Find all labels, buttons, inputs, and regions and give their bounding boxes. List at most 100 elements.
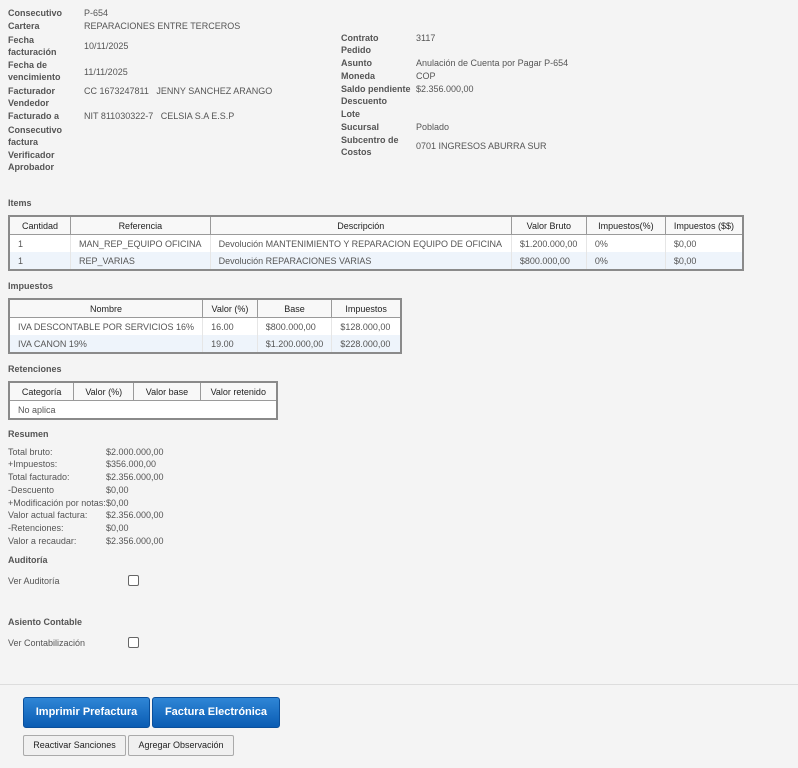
value-sucursal: Poblado [416, 122, 450, 132]
label-facturado-a: Facturado a [8, 111, 60, 121]
col-categoria: Categoría [9, 382, 74, 401]
cell-referencia: MAN_REP_EQUIPO OFICINA [70, 234, 211, 252]
cell-impuestos-val: $0,00 [664, 252, 743, 270]
label-aprobador: Aprobador [8, 162, 54, 172]
table-row[interactable]: 1 REP_VARIAS Devolución REPARACIONES VAR… [9, 252, 743, 270]
label-asunto: Asunto [341, 58, 372, 68]
factura-electronica-button[interactable]: Factura Electrónica [152, 697, 280, 728]
retenciones-header-row: Categoría Valor (%) Valor base Valor ret… [9, 382, 277, 401]
cell-impuestos: $128.000,00 [331, 317, 401, 335]
impuestos-title: Impuestos [8, 281, 54, 291]
col-impuestos-pct: Impuestos(%) [585, 216, 666, 235]
col-valor-pct: Valor (%) [73, 382, 134, 401]
label-cartera: Cartera [8, 21, 40, 31]
ver-auditoria-label: Ver Auditoría [8, 576, 60, 586]
col-valor-retenido: Valor retenido [199, 382, 277, 401]
summary-value: $0,00 [106, 498, 129, 508]
summary-value: $2.356.000,00 [106, 510, 164, 520]
label-subcentro-costos: Subcentro de Costos [341, 135, 399, 157]
label-consecutivo-factura: Consecutivo factura [8, 125, 63, 147]
value-saldo-pendiente: $2.356.000,00 [416, 84, 474, 94]
col-impuestos: Impuestos [331, 299, 401, 318]
col-referencia: Referencia [70, 216, 211, 235]
impuestos-header-row: Nombre Valor (%) Base Impuestos [9, 299, 401, 318]
value-contrato: 3117 [416, 33, 436, 43]
summary-value: $2.356.000,00 [106, 536, 164, 546]
table-row[interactable]: IVA CANON 19% 19.00 $1.200.000,00 $228.0… [9, 335, 401, 353]
cell-impuestos-pct: 0% [585, 252, 666, 270]
ver-contabilizacion-checkbox[interactable] [128, 637, 139, 648]
cell-valor-bruto: $800.000,00 [510, 252, 587, 270]
value-cartera: REPARACIONES ENTRE TERCEROS [84, 21, 241, 31]
col-impuestos-val: Impuestos ($$) [664, 216, 743, 235]
cell-base: $800.000,00 [256, 317, 332, 335]
label-fecha-vencimiento: Fecha de vencimiento [8, 60, 61, 82]
col-descripcion: Descripción [209, 216, 512, 235]
col-valor-base: Valor base [133, 382, 201, 401]
resumen-title: Resumen [8, 429, 49, 439]
imprimir-prefactura-button[interactable]: Imprimir Prefactura [23, 697, 150, 728]
ver-contabilizacion-label: Ver Contabilización [8, 638, 86, 648]
retenciones-table: Categoría Valor (%) Valor base Valor ret… [8, 381, 278, 420]
label-vendedor: Vendedor [8, 98, 50, 108]
label-pedido: Pedido [341, 45, 372, 55]
value-moneda: COP [416, 71, 436, 81]
impuestos-table: Nombre Valor (%) Base Impuestos IVA DESC… [8, 298, 402, 354]
value-fecha-vencimiento: 11/11/2025 [84, 67, 128, 77]
summary-label: Valor actual factura: [8, 510, 88, 520]
ver-auditoria-checkbox[interactable] [128, 575, 139, 586]
col-cantidad: Cantidad [9, 216, 71, 235]
summary-value: $356.000,00 [106, 459, 157, 469]
label-facturador: Facturador [8, 86, 56, 96]
asiento-title: Asiento Contable [8, 617, 83, 627]
value-asunto: Anulación de Cuenta por Pagar P-654 [416, 58, 569, 68]
cell-empty: No aplica [9, 400, 277, 419]
summary-value: $0,00 [106, 523, 129, 533]
label-saldo-pendiente: Saldo pendiente [341, 84, 411, 94]
summary-label: Total bruto: [8, 447, 53, 457]
cell-cantidad: 1 [9, 234, 71, 252]
summary-label: +Impuestos: [8, 459, 58, 469]
label-lote: Lote [341, 109, 360, 119]
value-facturado-a: NIT 811030322-7 CELSIA S.A E.S.P [84, 111, 235, 121]
summary-label: -Descuento [8, 485, 55, 495]
items-table: Cantidad Referencia Descripción Valor Br… [8, 215, 744, 271]
value-fecha-facturacion: 10/11/2025 [84, 41, 129, 51]
label-contrato: Contrato [341, 33, 379, 43]
cell-cantidad: 1 [9, 252, 71, 270]
label-moneda: Moneda [341, 71, 376, 81]
retenciones-title: Retenciones [8, 364, 62, 374]
summary-value: $2.000.000,00 [106, 447, 164, 457]
items-header-row: Cantidad Referencia Descripción Valor Br… [9, 216, 743, 235]
table-row[interactable]: IVA DESCONTABLE POR SERVICIOS 16% 16.00 … [9, 317, 401, 335]
value-subcentro-costos: 0701 INGRESOS ABURRA SUR [416, 141, 547, 151]
cell-referencia: REP_VARIAS [70, 252, 211, 270]
agregar-observacion-button[interactable]: Agregar Observación [128, 735, 234, 756]
cell-base: $1.200.000,00 [256, 335, 332, 353]
summary-value: $2.356.000,00 [106, 472, 164, 482]
cell-nombre: IVA DESCONTABLE POR SERVICIOS 16% [9, 317, 203, 335]
cell-nombre: IVA CANON 19% [9, 335, 203, 353]
reactivar-sanciones-button[interactable]: Reactivar Sanciones [23, 735, 126, 756]
summary-label: Valor a recaudar: [8, 536, 77, 546]
table-row[interactable]: 1 MAN_REP_EQUIPO OFICINA Devolución MANT… [9, 234, 743, 252]
cell-descripcion: Devolución REPARACIONES VARIAS [209, 252, 512, 270]
col-valor-bruto: Valor Bruto [510, 216, 587, 235]
label-consecutivo: Consecutivo [8, 8, 63, 18]
cell-valor-pct: 16.00 [202, 317, 258, 335]
cell-valor-bruto: $1.200.000,00 [510, 234, 587, 252]
cell-impuestos: $228.000,00 [331, 335, 401, 353]
summary-value: $0,00 [106, 485, 129, 495]
col-base: Base [256, 299, 332, 318]
label-verificador: Verificador [8, 150, 55, 160]
cell-valor-pct: 19.00 [202, 335, 258, 353]
value-consecutivo: P-654 [84, 8, 109, 18]
cell-impuestos-pct: 0% [585, 234, 666, 252]
label-fecha-facturacion: Fecha facturación [8, 35, 57, 57]
cell-impuestos-val: $0,00 [664, 234, 743, 252]
auditoria-title: Auditoría [8, 555, 48, 565]
label-descuento: Descuento [341, 96, 388, 106]
col-valor-pct: Valor (%) [202, 299, 258, 318]
summary-label: -Retenciones: [8, 523, 64, 533]
summary-label: Total facturado: [8, 472, 70, 482]
